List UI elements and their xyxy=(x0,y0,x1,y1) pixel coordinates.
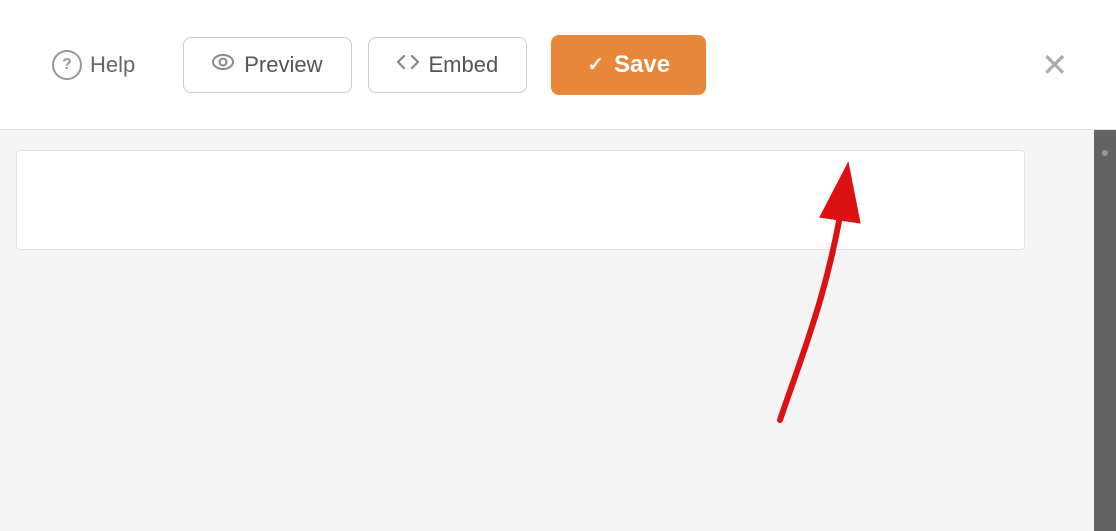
help-button[interactable]: ? Help xyxy=(40,42,147,88)
preview-icon xyxy=(212,53,234,76)
save-label: Save xyxy=(614,51,670,79)
sidebar-dot xyxy=(1102,150,1108,156)
embed-label: Embed xyxy=(429,52,499,78)
editor-inner xyxy=(0,130,1094,531)
content-block-1 xyxy=(16,150,1025,250)
editor-area xyxy=(0,130,1094,531)
save-icon: ✓ xyxy=(587,52,604,77)
preview-label: Preview xyxy=(244,52,322,78)
right-sidebar xyxy=(1094,130,1116,531)
main-content xyxy=(0,130,1116,531)
close-icon: ✕ xyxy=(1041,47,1068,83)
help-icon: ? xyxy=(52,50,82,80)
help-label: Help xyxy=(90,52,135,78)
embed-button[interactable]: Embed xyxy=(368,37,528,93)
preview-button[interactable]: Preview xyxy=(183,37,351,93)
toolbar: ? Help Preview Embed ✓ Save ✕ xyxy=(0,0,1116,130)
save-button[interactable]: ✓ Save xyxy=(551,35,706,95)
embed-icon xyxy=(397,53,419,76)
close-button[interactable]: ✕ xyxy=(1033,41,1076,89)
